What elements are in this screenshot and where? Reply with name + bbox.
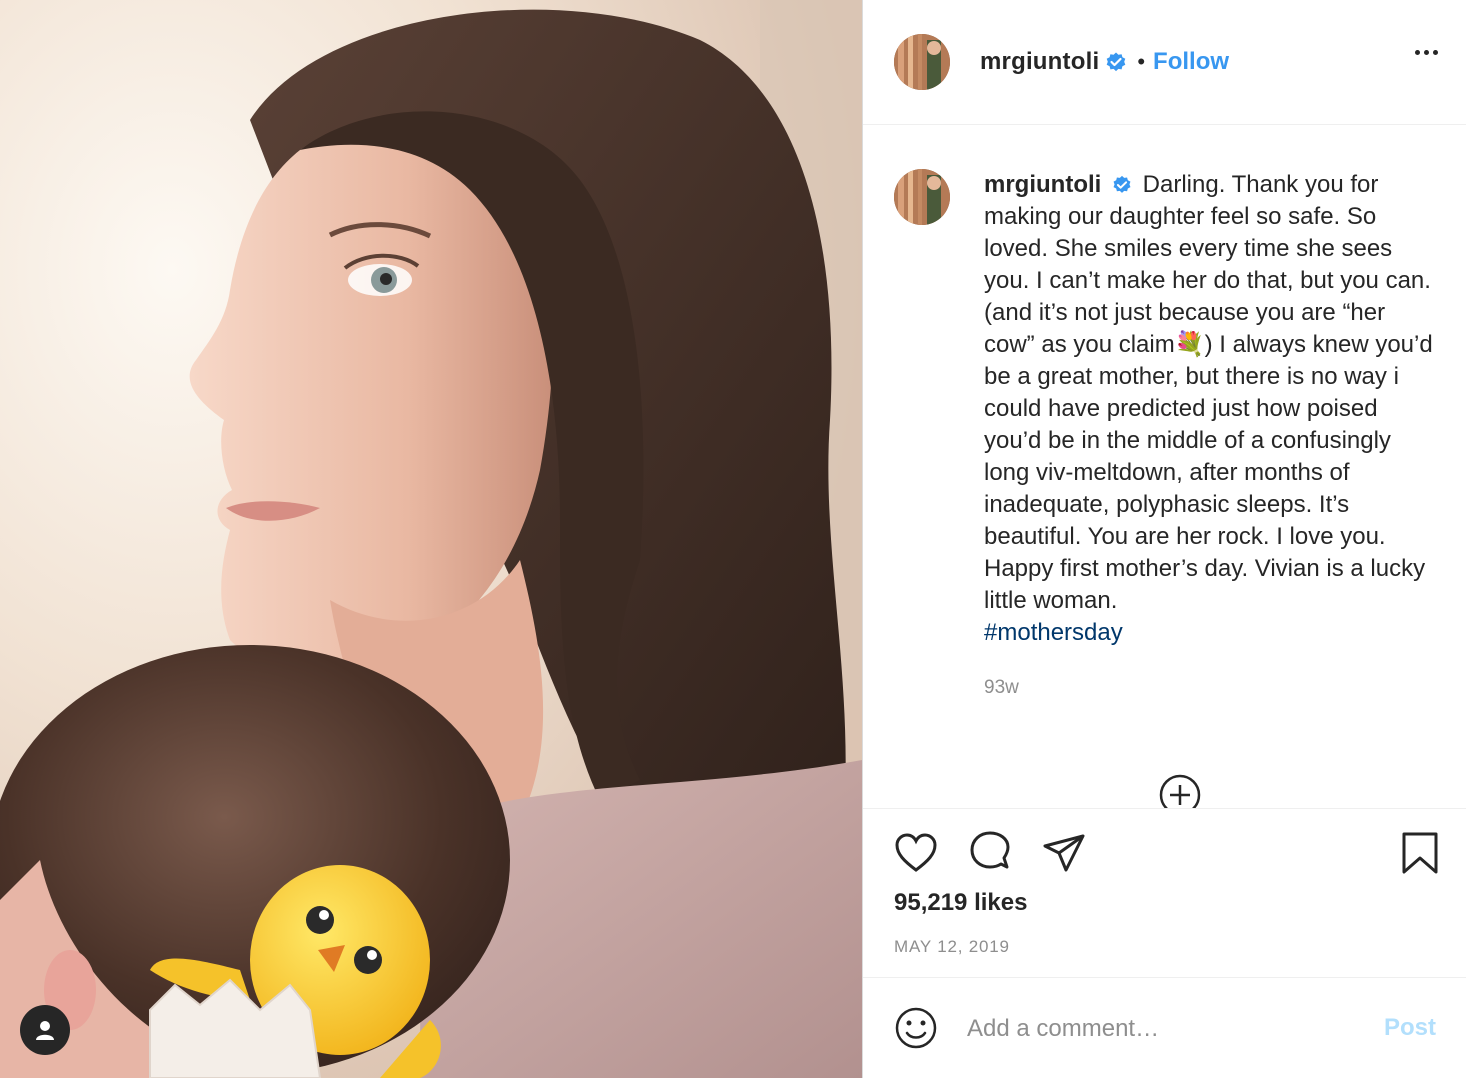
instagram-post: mrgiuntoli • Follow mrgiuntoli Darling. … <box>0 0 1466 1078</box>
share-button[interactable] <box>1042 831 1086 875</box>
post-date[interactable]: MAY 12, 2019 <box>894 937 1010 957</box>
caption-username[interactable]: mrgiuntoli <box>984 171 1101 198</box>
post-side-panel: mrgiuntoli • Follow mrgiuntoli Darling. … <box>863 0 1466 1078</box>
avatar[interactable] <box>894 33 950 90</box>
heart-icon <box>895 833 937 873</box>
load-more-comments-button[interactable] <box>1158 773 1202 809</box>
photo-scene <box>0 0 862 1078</box>
avatar-image <box>894 33 950 90</box>
caption-text-block: mrgiuntoli Darling. Thank you for making… <box>984 169 1438 649</box>
user-tag-icon <box>36 1021 54 1040</box>
post-actions: 95,219 likes MAY 12, 2019 <box>863 808 1466 977</box>
paper-plane-icon <box>1043 834 1085 872</box>
comment-bubble-icon <box>970 831 1010 869</box>
separator-dot: • <box>1137 48 1146 74</box>
comment-button[interactable] <box>968 831 1012 875</box>
emoji-button[interactable] <box>894 1006 938 1055</box>
caption-timestamp[interactable]: 93w <box>984 677 1466 699</box>
post-photo[interactable] <box>0 0 862 1078</box>
comments-section: mrgiuntoli Darling. Thank you for making… <box>863 125 1466 809</box>
caption-avatar[interactable] <box>894 168 950 225</box>
verified-badge-icon <box>1113 175 1131 193</box>
username[interactable]: mrgiuntoli <box>980 48 1099 76</box>
like-button[interactable] <box>894 831 938 875</box>
comment-bar: Post <box>863 977 1466 1078</box>
follow-button[interactable]: Follow <box>1153 48 1229 76</box>
caption-text: Darling. Thank you for making our daught… <box>984 170 1433 614</box>
smiley-icon <box>895 1007 937 1049</box>
likes-count[interactable]: 95,219 likes <box>894 889 1027 917</box>
hashtag-link[interactable]: #mothersday <box>984 617 1438 649</box>
post-comment-button[interactable]: Post <box>1384 1014 1436 1042</box>
plus-circle-icon <box>1159 774 1201 809</box>
avatar-image <box>894 168 950 225</box>
verified-badge-icon <box>1107 52 1126 72</box>
save-button[interactable] <box>1400 831 1440 880</box>
action-icons-row <box>894 831 1086 875</box>
more-options-icon[interactable] <box>1415 50 1438 55</box>
caption: mrgiuntoli Darling. Thank you for making… <box>863 125 1466 649</box>
tagged-user-button[interactable] <box>20 1005 70 1055</box>
post-header: mrgiuntoli • Follow <box>863 0 1466 125</box>
bookmark-icon <box>1402 832 1438 874</box>
comment-input[interactable] <box>965 1008 1369 1051</box>
